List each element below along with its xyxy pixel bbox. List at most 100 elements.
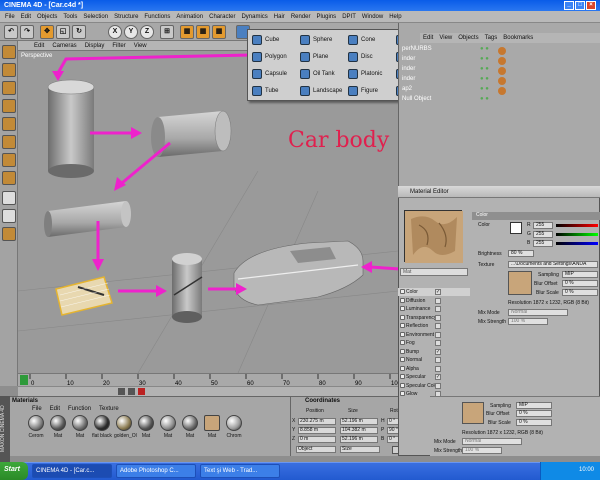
menu-character[interactable]: Character [206, 14, 238, 20]
texture-tag-icon[interactable] [498, 57, 506, 65]
material-menu-edit[interactable]: Edit [46, 406, 64, 412]
menu-dynamics[interactable]: Dynamics [238, 14, 270, 20]
render-picture-icon[interactable]: ▦ [196, 25, 210, 39]
material-ball[interactable] [138, 415, 154, 431]
primitive-capsule[interactable]: Capsule [252, 66, 287, 82]
channel-transparency[interactable]: Transparency [398, 314, 470, 322]
channel-checkbox[interactable] [435, 297, 441, 304]
material-ball[interactable] [28, 415, 44, 431]
object-menu-tags[interactable]: Tags [482, 35, 501, 41]
material-ball[interactable] [50, 415, 66, 431]
taskbar-task[interactable]: CINEMA 4D - [Car.c... [32, 464, 112, 478]
sampling-select[interactable]: MIP [562, 271, 598, 278]
channel-alpha[interactable]: Alpha [398, 365, 470, 373]
polygon-tool-icon[interactable] [2, 153, 16, 167]
menu-render[interactable]: Render [288, 14, 314, 20]
texture-tag-icon[interactable] [498, 77, 506, 85]
channel-checkbox[interactable] [435, 323, 441, 329]
channel-checkbox[interactable] [435, 382, 441, 389]
menu-plugins[interactable]: Plugins [314, 14, 340, 20]
menu-dpit[interactable]: DPIT [339, 14, 359, 20]
primitive-oil-tank[interactable]: Oil Tank [300, 66, 335, 82]
visibility-dots-icon[interactable]: ● ● [480, 96, 489, 102]
brightness-field[interactable]: 80 % [508, 250, 534, 257]
primitive-platonic[interactable]: Platonic [348, 66, 382, 82]
rotate-tool-icon[interactable]: ↻ [72, 25, 86, 39]
material-menu-texture[interactable]: Texture [95, 406, 123, 412]
object-row[interactable]: inder ● ● [402, 76, 598, 86]
x-axis-lock-button[interactable]: X [108, 25, 122, 39]
grid-tool-icon[interactable] [2, 191, 16, 205]
channel-reflection[interactable]: Reflection [398, 322, 470, 330]
size-field[interactable]: 52.196 m [340, 418, 378, 425]
record-button[interactable] [138, 388, 145, 395]
taskbar-task[interactable]: Adobe Photoshop C... [116, 464, 196, 478]
scale-tool-icon[interactable]: ◱ [56, 25, 70, 39]
z-axis-lock-button[interactable]: Z [140, 25, 154, 39]
minimize-button[interactable]: _ [564, 1, 574, 10]
menu-selection[interactable]: Selection [80, 14, 111, 20]
channel-checkbox[interactable]: ✓ [435, 289, 441, 295]
material-ball[interactable] [94, 415, 110, 431]
visibility-dots-icon[interactable]: ● ● [480, 76, 489, 82]
snap-tool-icon[interactable] [2, 209, 16, 223]
soft-selection-icon[interactable] [2, 171, 16, 185]
blur-scale-field-lower[interactable]: 0 % [516, 419, 552, 426]
material-ball[interactable] [116, 415, 132, 431]
mix-strength-field-lower[interactable]: 100 % [462, 447, 502, 454]
primitive-disc[interactable]: Disc [348, 49, 373, 65]
redo-icon[interactable]: ↷ [20, 25, 34, 39]
material-menu-function[interactable]: Function [64, 406, 95, 412]
texture-path-field[interactable]: ...\Documents and Settings\ANDA [508, 261, 598, 268]
menu-hair[interactable]: Hair [271, 14, 288, 20]
visibility-dots-icon[interactable]: ● ● [480, 56, 489, 62]
blur-scale-field[interactable]: 0 % [562, 289, 598, 296]
object-tool-icon[interactable] [2, 63, 16, 77]
channel-specular[interactable]: Specular ✓ [398, 373, 470, 381]
object-row[interactable]: ap2 ● ● [402, 86, 598, 96]
material-menu-file[interactable]: File [28, 406, 46, 412]
channel-luminance[interactable]: Luminance [398, 305, 470, 313]
color-swatch[interactable] [510, 222, 522, 234]
material-ball[interactable] [204, 415, 220, 431]
menu-window[interactable]: Window [359, 14, 386, 20]
mix-mode-select-lower[interactable]: Normal [462, 438, 522, 445]
material-ball[interactable] [226, 415, 242, 431]
undo-icon[interactable]: ↶ [4, 25, 18, 39]
timeline-playhead[interactable] [20, 375, 28, 385]
channel-checkbox[interactable] [435, 314, 441, 321]
channel-color[interactable]: Color ✓ [398, 288, 470, 296]
workplane-icon[interactable] [2, 227, 16, 241]
object-menu-edit[interactable]: Edit [420, 35, 436, 41]
y-axis-lock-button[interactable]: Y [124, 25, 138, 39]
g-slider[interactable] [556, 233, 598, 236]
object-row[interactable]: perNURBS ● ● [402, 46, 598, 56]
b-slider[interactable] [556, 242, 598, 245]
channel-diffusion[interactable]: Diffusion [398, 297, 470, 305]
primitive-tube[interactable]: Tube [252, 83, 278, 99]
size-field[interactable]: 104.382 m [340, 427, 378, 434]
stop-button[interactable] [128, 388, 135, 395]
position-field[interactable]: 8.858 m [298, 427, 336, 434]
channel-checkbox[interactable] [435, 365, 441, 372]
channel-checkbox[interactable] [435, 357, 441, 363]
channel-normal[interactable]: Normal [398, 356, 470, 364]
object-menu-objects[interactable]: Objects [455, 35, 481, 41]
channel-checkbox[interactable] [435, 306, 441, 312]
mix-strength-field[interactable]: 100 % [508, 318, 548, 325]
object-menu-bookmarks[interactable]: Bookmarks [500, 35, 536, 41]
texture-tag-icon[interactable] [498, 67, 506, 75]
primitive-plane[interactable]: Plane [300, 49, 328, 65]
texture-tool-icon[interactable] [2, 99, 16, 113]
position-field[interactable]: 230.275 m [298, 418, 336, 425]
menu-functions[interactable]: Functions [141, 14, 173, 20]
object-row[interactable]: inder ● ● [402, 56, 598, 66]
menu-help[interactable]: Help [386, 14, 404, 20]
primitive-figure[interactable]: Figure [348, 83, 378, 99]
start-button[interactable]: Start [0, 462, 28, 480]
size-field[interactable]: 52.196 m [340, 436, 378, 443]
b-value-field[interactable]: 255 [533, 240, 553, 247]
play-button[interactable] [118, 388, 125, 395]
viewport-menu-edit[interactable]: Edit [30, 43, 48, 49]
render-view-icon[interactable]: ▦ [180, 25, 194, 39]
